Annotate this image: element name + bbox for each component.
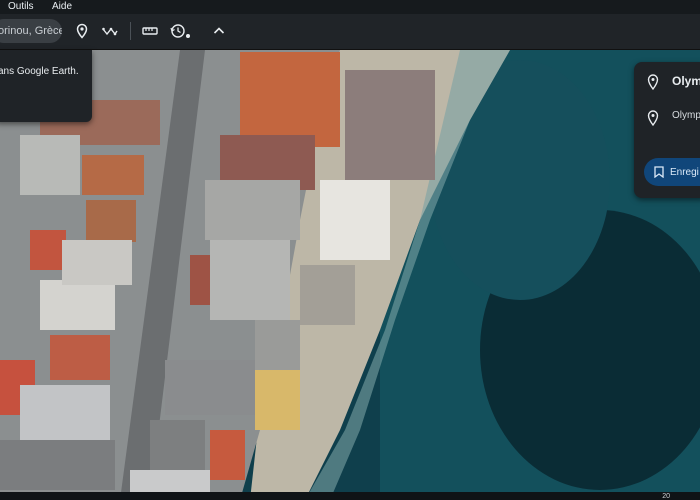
place-panel: Olym Olymp Enregi (634, 62, 700, 198)
path-icon[interactable] (100, 21, 120, 41)
place-subtitle-row: Olymp (634, 106, 700, 130)
bookmark-icon (654, 166, 664, 178)
chevron-up-icon[interactable] (209, 21, 229, 41)
search-input[interactable] (0, 19, 62, 43)
info-popup: ans Google Earth. (0, 50, 92, 122)
status-strip (0, 492, 700, 500)
scale-readout: 20 (662, 493, 670, 500)
save-button-label: Enregi (670, 166, 699, 178)
location-pin-icon (647, 74, 659, 90)
menu-bar: Outils Aide (0, 0, 700, 14)
toolbar (0, 14, 700, 50)
place-subtitle: Olymp (672, 110, 700, 121)
satellite-map[interactable] (0, 0, 700, 500)
popup-text: ans Google Earth. (0, 66, 79, 77)
menu-tools[interactable]: Outils (8, 0, 34, 14)
ruler-icon[interactable] (140, 21, 160, 41)
location-pin-icon[interactable] (72, 21, 92, 41)
toolbar-separator (130, 22, 131, 40)
location-pin-icon (647, 110, 659, 126)
history-icon[interactable] (168, 21, 188, 41)
notification-dot (186, 34, 190, 38)
place-title-row: Olym (634, 70, 700, 94)
place-title: Olym (672, 74, 700, 88)
search-box[interactable] (0, 19, 62, 43)
save-button[interactable]: Enregi (644, 158, 700, 186)
menu-help[interactable]: Aide (52, 0, 72, 14)
